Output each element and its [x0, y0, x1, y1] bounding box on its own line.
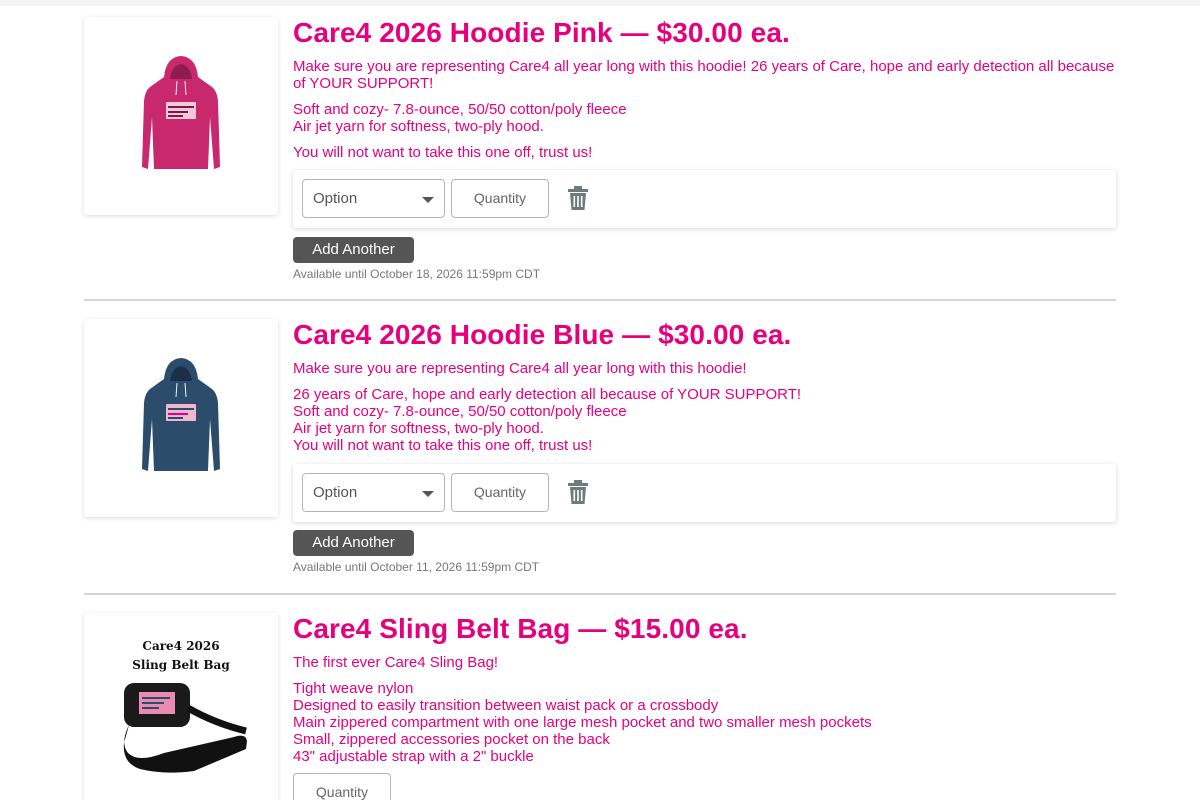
description-line: Designed to easily transition between wa… — [293, 697, 719, 714]
description-line: Make sure you are representing Care4 all… — [293, 58, 1115, 92]
product-info: Care4 2026 Hoodie Blue — $30.00 ea. Make… — [293, 319, 1116, 574]
belt-bag-image — [123, 683, 247, 773]
option-row: Option Quantity — [293, 170, 1116, 228]
description-line: You will not want to take this one off, … — [293, 144, 593, 161]
trash-icon[interactable] — [568, 186, 588, 210]
top-strip — [0, 0, 1200, 6]
product-title: Care4 2026 Hoodie Blue — $30.00 ea. — [293, 319, 792, 350]
option-select[interactable]: Option — [302, 179, 445, 218]
caret-down-icon — [422, 197, 434, 203]
product-image-sling-belt-bag[interactable]: Care4 2026 Sling Belt Bag — [84, 613, 278, 800]
description-line: You will not want to take this one off, … — [293, 437, 593, 454]
product-card-blue-hoodie: Care4 2026 Hoodie Blue — $30.00 ea. Make… — [84, 319, 1116, 581]
product-description: Make sure you are representing Care4 all… — [293, 58, 1116, 161]
product-image-pink-hoodie[interactable] — [84, 17, 278, 215]
availability-text: Available until October 11, 2026 11:59pm… — [293, 560, 540, 574]
product-description: Make sure you are representing Care4 all… — [293, 360, 1116, 454]
description-line: The first ever Care4 Sling Bag! — [293, 654, 499, 671]
description-line: Soft and cozy- 7.8-ounce, 50/50 cotton/p… — [293, 101, 627, 118]
option-select-label: Option — [313, 190, 358, 207]
add-another-button[interactable]: Add Another — [293, 237, 414, 263]
description-line: Air jet yarn for softness, two-ply hood. — [293, 420, 544, 437]
description-line: Soft and cozy- 7.8-ounce, 50/50 cotton/p… — [293, 403, 627, 420]
option-select[interactable]: Option — [302, 473, 445, 512]
description-line: 43" adjustable strap with a 2" buckle — [293, 748, 534, 765]
product-title: Care4 2026 Hoodie Pink — $30.00 ea. — [293, 17, 790, 48]
description-line: Main zippered compartment with one large… — [293, 714, 872, 731]
quantity-input[interactable]: Quantity — [451, 179, 549, 218]
divider — [84, 593, 1116, 595]
hoodie-image — [142, 56, 220, 169]
product-info: Care4 2026 Hoodie Pink — $30.00 ea. Make… — [293, 17, 1116, 281]
option-row: Option Quantity — [293, 464, 1116, 522]
product-info: Care4 Sling Belt Bag — $15.00 ea. The fi… — [293, 613, 1116, 800]
description-line: 26 years of Care, hope and early detecti… — [293, 386, 802, 403]
product-card-pink-hoodie: Care4 2026 Hoodie Pink — $30.00 ea. Make… — [84, 17, 1116, 287]
availability-text: Available until October 18, 2026 11:59pm… — [293, 267, 541, 281]
product-image-blue-hoodie[interactable] — [84, 319, 278, 517]
hoodie-image — [142, 358, 220, 471]
option-select-label: Option — [313, 484, 358, 501]
quantity-input[interactable]: Quantity — [451, 473, 549, 512]
product-title: Care4 Sling Belt Bag — $15.00 ea. — [293, 613, 748, 644]
trash-icon[interactable] — [568, 480, 588, 504]
product-card-sling-belt-bag: Care4 2026 Sling Belt Bag Care4 Sling Be… — [84, 613, 1116, 800]
description-line: Tight weave nylon — [293, 680, 414, 697]
add-another-button[interactable]: Add Another — [293, 530, 414, 556]
quantity-input[interactable]: Quantity — [293, 773, 391, 800]
divider — [84, 299, 1116, 301]
caret-down-icon — [422, 491, 434, 497]
description-line: Small, zippered accessories pocket on th… — [293, 731, 610, 748]
description-line: Air jet yarn for softness, two-ply hood. — [293, 118, 544, 135]
product-description: The first ever Care4 Sling Bag! Tight we… — [293, 654, 1116, 765]
description-line: Make sure you are representing Care4 all… — [293, 360, 747, 377]
